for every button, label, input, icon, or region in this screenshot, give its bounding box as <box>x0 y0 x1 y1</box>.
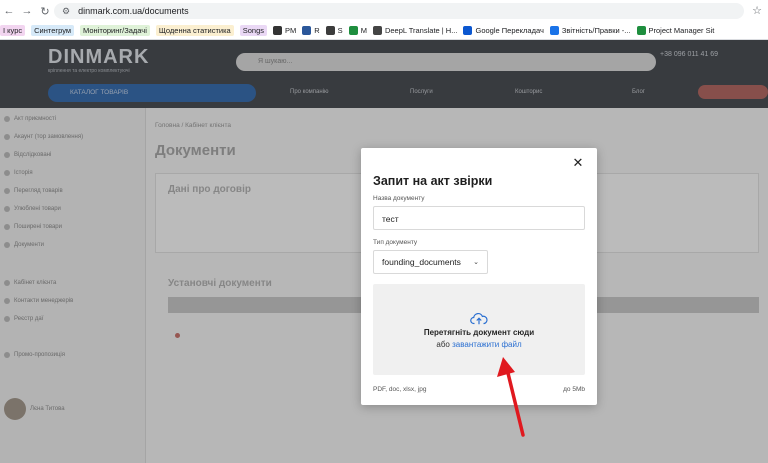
site-info-icon[interactable]: ⚙ <box>62 6 70 17</box>
document-name-input[interactable]: тест <box>373 206 585 230</box>
bookmark-item[interactable]: Google Перекладач <box>463 26 544 35</box>
bookmark-label: PM <box>285 26 297 35</box>
file-size-limit: до 5Mb <box>563 386 585 393</box>
act-request-modal: ✕ Запит на акт звірки Назва документу те… <box>361 148 597 405</box>
cloud-upload-icon <box>470 312 488 325</box>
bookmark-item[interactable]: M <box>348 26 367 35</box>
close-icon[interactable]: ✕ <box>571 156 585 170</box>
bookmark-label: Project Manager Sit <box>648 26 715 35</box>
bookmark-favicon-icon <box>273 26 282 35</box>
bookmark-favicon-icon <box>636 26 646 35</box>
modal-title: Запит на акт звірки <box>373 174 493 188</box>
document-type-select[interactable]: founding_documents ⌄ <box>373 250 488 274</box>
bookmark-item[interactable]: DeepL Translate | H... <box>372 26 458 35</box>
bookmark-favicon-icon <box>348 26 358 35</box>
bookmark-favicon-icon <box>549 26 559 35</box>
bookmark-favicon-icon <box>463 26 473 35</box>
bookmark-label: Звітність/Правки -... <box>561 26 631 35</box>
browser-toolbar: ← → ↻ ⚙ dinmark.com.ua/documents ☆ <box>0 0 768 22</box>
annotation-arrow <box>497 357 525 437</box>
document-type-value: founding_documents <box>382 257 461 267</box>
bookmark-item[interactable]: R <box>302 26 320 35</box>
dropzone-text: Перетягніть документ сюди <box>423 328 535 337</box>
bookmark-item[interactable]: PM <box>273 26 296 35</box>
bookmark-favicon-icon <box>302 26 312 35</box>
allowed-formats: PDF, doc, xlsx, jpg <box>373 386 427 393</box>
url-text: dinmark.com.ua/documents <box>78 6 189 16</box>
dropzone-subtext: або завантажити файл <box>373 340 585 349</box>
document-name-label: Назва документу <box>373 195 425 202</box>
bookmark-folder[interactable]: Синтегрум <box>31 25 75 36</box>
bookmark-label: R <box>314 26 320 35</box>
forward-icon[interactable]: → <box>18 5 36 17</box>
dropzone-or: або <box>436 340 450 349</box>
document-type-label: Тип документу <box>373 239 418 246</box>
bookmark-favicon-icon <box>372 26 382 35</box>
bookmark-star-icon[interactable]: ☆ <box>752 4 762 17</box>
bookmark-label: S <box>337 26 343 35</box>
bookmark-item[interactable]: Project Manager Sit <box>636 26 715 35</box>
file-dropzone[interactable]: Перетягніть документ сюди або завантажит… <box>373 284 585 375</box>
address-bar[interactable]: ⚙ dinmark.com.ua/documents <box>54 3 744 19</box>
bookmark-favicon-icon <box>325 26 335 35</box>
bookmark-folder[interactable]: Щоденна статистика <box>155 25 234 36</box>
reload-icon[interactable]: ↻ <box>36 5 54 18</box>
bookmark-folder[interactable]: І курс <box>0 25 26 36</box>
upload-file-link[interactable]: завантажити файл <box>452 340 522 349</box>
bookmarks-bar: І курс Синтегрум Моніторинг/Задачі Щоденна … <box>0 22 768 40</box>
bookmark-folder[interactable]: Songs <box>239 25 267 36</box>
back-icon[interactable]: ← <box>0 5 18 17</box>
bookmark-item[interactable]: S <box>325 26 343 35</box>
bookmark-label: DeepL Translate | H... <box>384 26 458 35</box>
bookmark-item[interactable]: Звітність/Правки -... <box>549 26 631 35</box>
bookmark-label: Google Перекладач <box>475 26 544 35</box>
chevron-down-icon: ⌄ <box>473 259 479 266</box>
bookmark-label: M <box>360 26 367 35</box>
bookmark-folder[interactable]: Моніторинг/Задачі <box>80 25 150 36</box>
